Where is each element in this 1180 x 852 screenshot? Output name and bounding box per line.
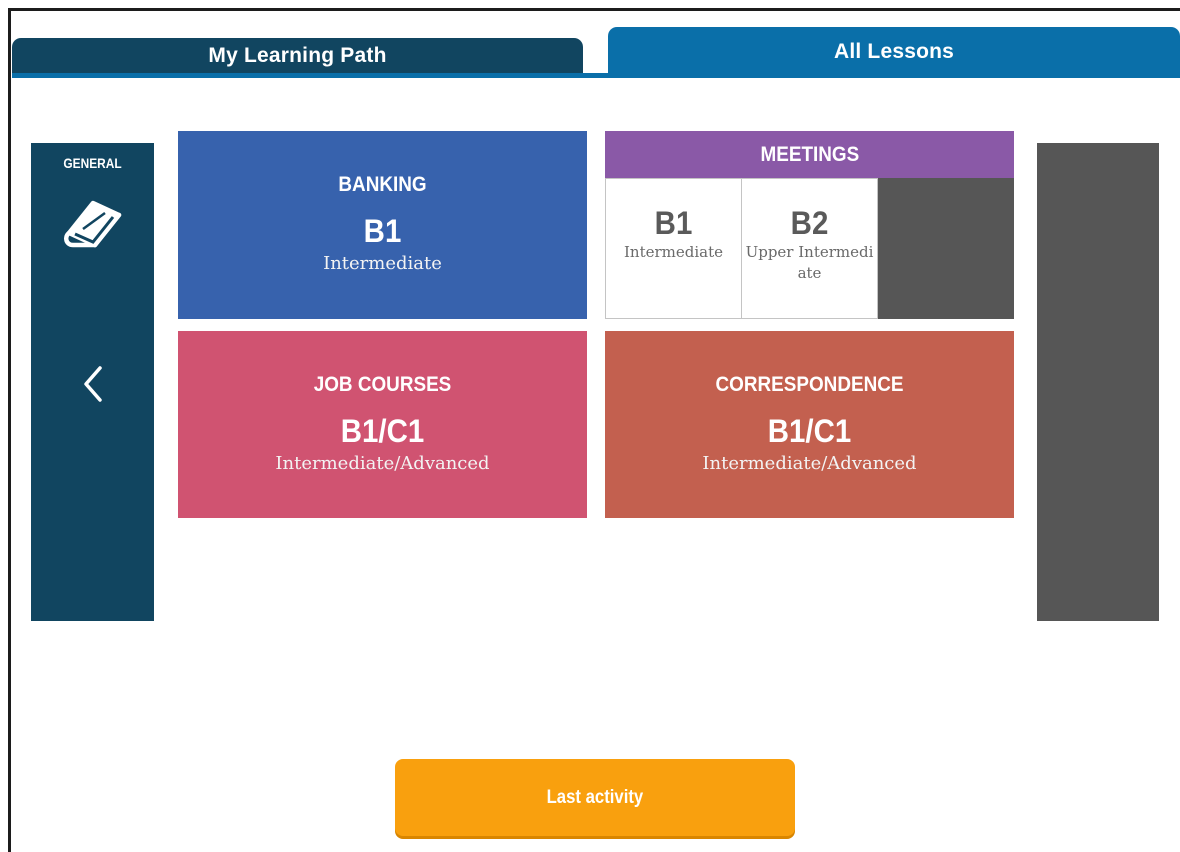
card-level-description: Intermediate/Advanced [275,453,490,474]
tab-label: My Learning Path [208,44,387,67]
card-level: B1/C1 [767,413,852,449]
last-activity-button[interactable]: Last activity [395,759,795,836]
card-title-text: MEETINGS [760,142,859,166]
level-option-b2[interactable]: B2 Upper Intermedi ate [742,178,878,319]
level-description: Upper Intermedi ate [745,243,874,282]
lesson-card-meetings: MEETINGS B1 Intermediate B2 Upper Interm… [605,131,1014,319]
card-level: B1 [363,213,402,249]
last-activity-label: Last activity [546,786,644,808]
book-icon [63,200,122,248]
card-level-description: Intermediate/Advanced [702,453,917,474]
category-panel-general[interactable]: GENERAL [31,143,154,621]
card-level: B1/C1 [340,413,425,449]
category-title: GENERAL [63,155,122,171]
card-level-description: Intermediate [323,253,442,274]
level-description: Intermediate [623,243,723,261]
card-title: MEETINGS [605,131,1014,178]
chevron-left-icon[interactable] [82,365,104,403]
category-panel-next[interactable] [1037,143,1159,621]
tab-my-learning-path[interactable]: My Learning Path [12,38,583,74]
level-option-placeholder [878,178,1014,319]
lesson-card-job-courses[interactable]: JOB COURSES B1/C1 Intermediate/Advanced [178,331,587,518]
level-code: B2 [790,205,829,241]
lesson-card-correspondence[interactable]: CORRESPONDENCE B1/C1 Intermediate/Advanc… [605,331,1014,518]
tab-label: All Lessons [833,39,955,63]
card-title: CORRESPONDENCE [715,373,904,396]
tab-underline [12,73,1180,78]
card-title: BANKING [338,173,427,196]
level-code: B1 [654,205,693,241]
level-option-b1[interactable]: B1 Intermediate [605,178,742,319]
lesson-card-banking[interactable]: BANKING B1 Intermediate [178,131,587,319]
tab-all-lessons[interactable]: All Lessons [608,27,1180,76]
card-title: JOB COURSES [313,373,452,396]
